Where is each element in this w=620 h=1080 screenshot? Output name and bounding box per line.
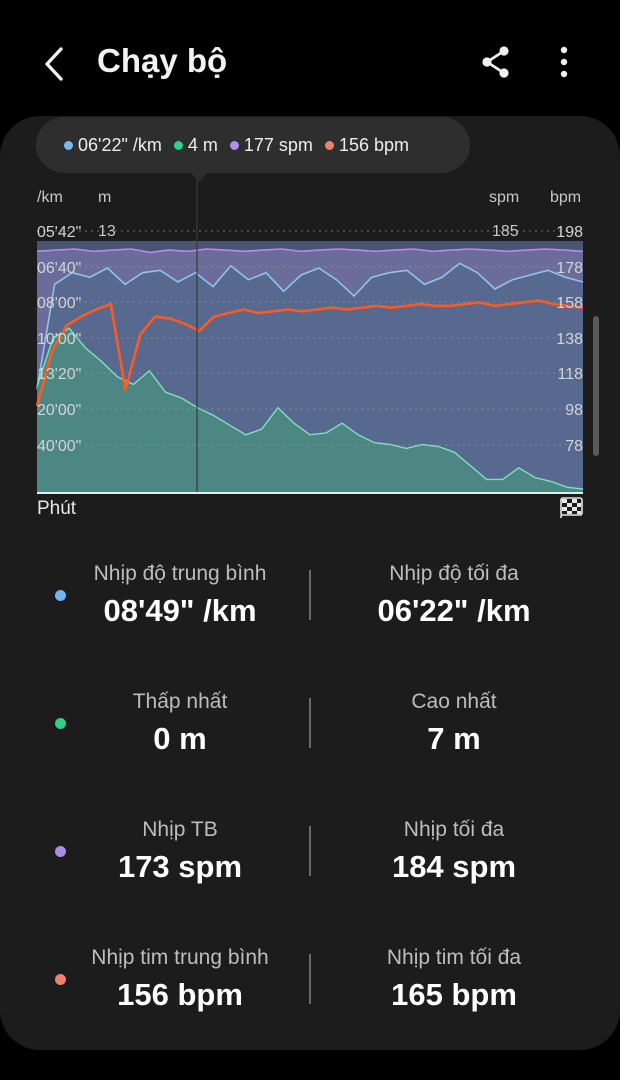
pace-dot-icon <box>64 140 73 150</box>
chart-plot[interactable]: 05'42" 06'40" 08'00" 10'00" 13'20" 20'00" 40'0… <box>0 175 620 525</box>
max-pace: Nhịp độ tối đa 06'22" /km <box>309 562 599 628</box>
elevation-axis-unit: m <box>98 189 112 206</box>
pace-tick-label: 20'00" <box>37 402 81 419</box>
stat-label: Thấp nhất <box>132 690 228 713</box>
pace-axis-unit: /km <box>37 189 63 206</box>
pace-tick-label: 05'42" <box>37 224 81 241</box>
tooltip-item-elevation: 4 m <box>173 135 218 156</box>
more-vertical-icon <box>560 46 568 78</box>
heart-rate-tick-label: 98 <box>565 402 583 419</box>
max-elevation: Cao nhất 7 m <box>309 690 599 756</box>
max-heart-rate: Nhịp tim tối đa 165 bpm <box>309 946 599 1012</box>
checkered-flag-icon <box>560 497 583 518</box>
elevation-dot-icon <box>173 140 183 150</box>
workout-chart[interactable]: 05'42" 06'40" 08'00" 10'00" 13'20" 20'00" 40'0… <box>0 175 620 525</box>
stat-value: 184 spm <box>391 849 517 884</box>
heart-rate-dot-icon <box>324 140 334 150</box>
stat-label: Nhịp tim tối đa <box>386 946 522 969</box>
stat-value: 0 m <box>153 721 207 756</box>
cadence-axis-unit: spm <box>489 189 520 206</box>
max-cadence: Nhịp tối đa 184 spm <box>309 818 599 884</box>
tooltip-item-pace: 06'22" /km <box>64 135 162 156</box>
stat-label: Nhịp TB <box>142 818 218 841</box>
elevation-axis-max: 13 <box>98 223 116 240</box>
stat-row-elevation: Thấp nhất 0 m Cao nhất 7 m <box>0 690 620 790</box>
avg-pace: Nhịp độ trung bình 08'49" /km <box>35 562 325 628</box>
page-title: Chạy bộ <box>97 42 228 79</box>
pace-tick-label: 13'20" <box>37 366 81 383</box>
pace-tick-label: 10'00" <box>37 331 81 348</box>
stat-label: Nhịp độ trung bình <box>93 562 267 585</box>
heart-rate-tick-label: 78 <box>565 438 583 455</box>
stat-row-cadence: Nhịp TB 173 spm Nhịp tối đa 184 spm <box>0 818 620 918</box>
share-button[interactable] <box>474 40 518 84</box>
heart-rate-axis-unit: bpm <box>550 189 582 206</box>
tooltip-item-cadence: 177 spm <box>229 135 313 156</box>
chevron-left-icon <box>45 47 63 81</box>
heart-rate-tick-label: 178 <box>556 260 583 277</box>
heart-rate-tick-label: 158 <box>556 295 583 312</box>
stat-value: 156 bpm <box>117 977 243 1012</box>
stat-row-heart-rate: Nhịp tim trung bình 156 bpm Nhịp tim tối… <box>0 946 620 1046</box>
back-button[interactable] <box>30 40 78 88</box>
heart-rate-tick-label: 118 <box>557 366 583 383</box>
stat-value: 08'49" /km <box>103 593 257 628</box>
app-header: Chạy bộ <box>0 0 620 124</box>
avg-heart-rate: Nhịp tim trung bình 156 bpm <box>35 946 325 1012</box>
stat-label: Nhịp tim trung bình <box>91 946 269 969</box>
heart-rate-tick-label: 198 <box>556 224 583 241</box>
pace-tick-label: 06'40" <box>37 260 81 277</box>
stat-value: 165 bpm <box>391 977 517 1012</box>
stat-row-pace: Nhịp độ trung bình 08'49" /km Nhịp độ tố… <box>0 562 620 662</box>
stat-label: Cao nhất <box>411 690 497 713</box>
pace-tick-label: 40'00" <box>37 438 81 455</box>
stat-value: 173 spm <box>117 849 243 884</box>
tooltip-item-heart-rate: 156 bpm <box>324 135 409 156</box>
share-icon <box>482 46 509 78</box>
tooltip-pointer <box>190 172 208 182</box>
avg-cadence: Nhịp TB 173 spm <box>35 818 325 884</box>
min-elevation: Thấp nhất 0 m <box>35 690 325 756</box>
pace-tick-label: 08'00" <box>37 295 81 312</box>
stat-value: 7 m <box>427 721 481 756</box>
cadence-axis-max: 185 <box>492 223 519 240</box>
x-axis-label: Phút <box>37 498 77 519</box>
heart-rate-tick-label: 138 <box>556 331 583 348</box>
stat-label: Nhịp tối đa <box>403 818 505 841</box>
stat-label: Nhịp độ tối đa <box>389 562 519 585</box>
cadence-dot-icon <box>229 140 239 150</box>
stat-value: 06'22" /km <box>377 593 531 628</box>
more-options-button[interactable] <box>546 40 582 84</box>
chart-tooltip: 06'22" /km 4 m 177 spm 156 bpm <box>36 117 470 173</box>
